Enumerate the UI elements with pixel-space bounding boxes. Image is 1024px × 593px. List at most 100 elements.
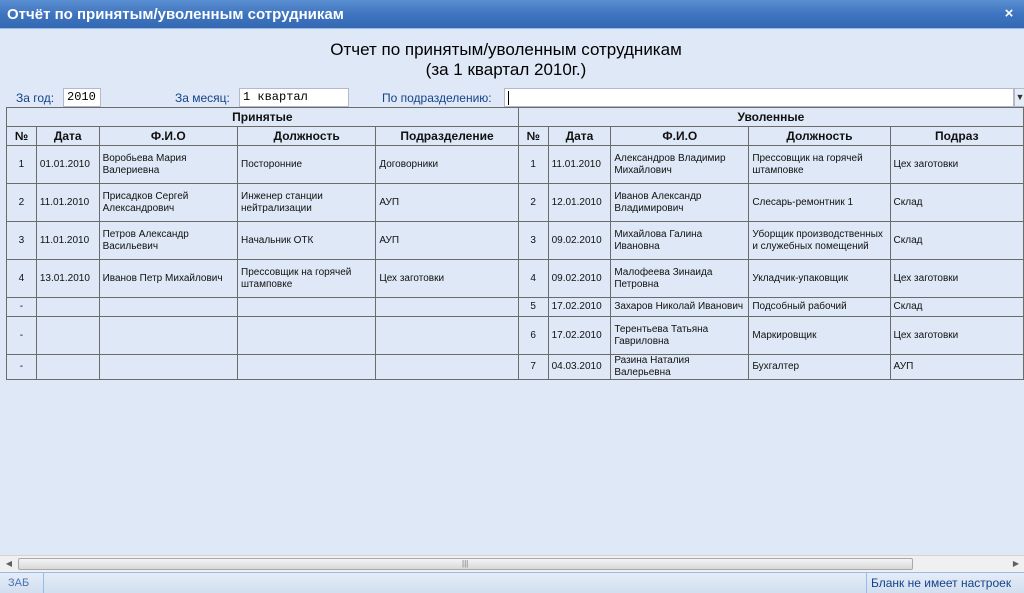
fired-date-cell: 09.02.2010 — [547, 221, 612, 260]
horizontal-scrollbar[interactable]: ◀ ||| ▶ — [0, 555, 1024, 572]
hired-name-cell: Иванов Петр Михайлович — [98, 259, 239, 298]
fired-num-cell: 4 — [517, 259, 549, 298]
fired-department-cell: Цех заготовки — [889, 259, 1024, 298]
report-title-line2: (за 1 квартал 2010г.) — [425, 60, 587, 79]
hired-section-header: Принятые — [6, 107, 519, 127]
department-label: По подразделению: — [382, 91, 492, 105]
fired-department-cell: Цех заготовки — [889, 316, 1024, 355]
table-row: 4 13.01.2010 Иванов Петр Михайлович Прес… — [6, 259, 1024, 298]
hired-name-cell: Петров Александр Васильевич — [98, 221, 239, 260]
fired-position-cell: Укладчик-упаковщик — [748, 259, 891, 298]
hired-department-cell — [375, 316, 519, 355]
fired-name-cell: Терентьева Татьяна Гавриловна — [610, 316, 750, 355]
hired-position-cell — [237, 354, 377, 380]
hired-position-cell: Прессовщик на горячей штамповке — [237, 259, 377, 298]
fired-department-cell: Склад — [889, 183, 1024, 222]
hired-position-cell: Начальник ОТК — [237, 221, 377, 260]
status-right-text: Бланк не имеет настроек — [866, 573, 1024, 593]
table-row: - 5 17.02.2010 Захаров Николай Иванович … — [6, 297, 1024, 317]
fired-department-cell: Склад — [889, 297, 1024, 317]
hired-department-cell — [375, 297, 519, 317]
column-header-num: № — [6, 126, 37, 146]
window-title: Отчёт по принятым/уволенным сотрудникам — [7, 6, 344, 23]
table-row: 1 01.01.2010 Воробьева Мария Валериевна … — [6, 145, 1024, 184]
hired-num-cell: 3 — [6, 221, 37, 260]
fired-column-header-num: № — [517, 126, 549, 146]
fired-name-cell: Михайлова Галина Ивановна — [610, 221, 750, 260]
fired-name-cell: Малофеева Зинаида Петровна — [610, 259, 750, 298]
hired-date-cell: 11.01.2010 — [35, 221, 100, 260]
hired-name-cell — [98, 297, 239, 317]
fired-column-header-date: Дата — [547, 126, 612, 146]
hired-department-cell: Договорники — [375, 145, 519, 184]
hired-date-cell — [35, 316, 100, 355]
hired-date-cell — [35, 297, 100, 317]
report-table: Принятые Уволенные № Дата Ф.И.О Должност… — [6, 107, 1024, 380]
hired-department-cell: АУП — [375, 183, 519, 222]
fired-position-cell: Маркировщик — [748, 316, 891, 355]
fired-name-cell: Иванов Александр Владимирович — [610, 183, 750, 222]
hired-date-cell: 13.01.2010 — [35, 259, 100, 298]
fired-position-cell: Слесарь-ремонтник 1 — [748, 183, 891, 222]
scroll-left-icon[interactable]: ◀ — [1, 556, 17, 572]
hired-num-cell: 2 — [6, 183, 37, 222]
scroll-right-icon[interactable]: ▶ — [1008, 556, 1024, 572]
hired-position-cell — [237, 316, 377, 355]
fired-date-cell: 11.01.2010 — [547, 145, 612, 184]
hired-department-cell: АУП — [375, 221, 519, 260]
fired-name-cell: Захаров Николай Иванович — [610, 297, 750, 317]
hired-date-cell — [35, 354, 100, 380]
department-field[interactable] — [504, 88, 1014, 107]
month-field[interactable]: 1 квартал — [239, 88, 349, 107]
fired-department-cell: АУП — [889, 354, 1024, 380]
fired-department-cell: Цех заготовки — [889, 145, 1024, 184]
hired-position-cell: Инженер станции нейтрализации — [237, 183, 377, 222]
month-label: За месяц: — [175, 91, 230, 105]
fired-num-cell: 6 — [517, 316, 549, 355]
hired-name-cell — [98, 316, 239, 355]
fired-num-cell: 1 — [517, 145, 549, 184]
scrollbar-thumb[interactable]: ||| — [18, 558, 913, 570]
status-left-text: ЗАБ — [0, 573, 44, 593]
fired-position-cell: Прессовщик на горячей штамповке — [748, 145, 891, 184]
fired-column-header-name: Ф.И.О — [610, 126, 750, 146]
hired-num-cell: 4 — [6, 259, 37, 298]
column-header-date: Дата — [35, 126, 100, 146]
year-field[interactable]: 2010 — [63, 88, 101, 107]
hired-num-cell: 1 — [6, 145, 37, 184]
column-header-position: Должность — [237, 126, 377, 146]
table-row: 3 11.01.2010 Петров Александр Васильевич… — [6, 221, 1024, 260]
column-header-name: Ф.И.О — [98, 126, 239, 146]
hired-position-cell: Посторонние — [237, 145, 377, 184]
hired-num-cell: - — [6, 297, 37, 317]
chevron-down-icon[interactable]: ▼ — [1014, 88, 1024, 107]
column-header-department: Подразделение — [375, 126, 519, 146]
filter-bar: За год: 2010 За месяц: 1 квартал По подр… — [0, 88, 1024, 108]
fired-date-cell: 17.02.2010 — [547, 316, 612, 355]
table-row: - 7 04.03.2010 Разина Наталия Валерьевна… — [6, 354, 1024, 380]
fired-department-cell: Склад — [889, 221, 1024, 260]
hired-department-cell — [375, 354, 519, 380]
hired-name-cell — [98, 354, 239, 380]
hired-department-cell: Цех заготовки — [375, 259, 519, 298]
report-title: Отчет по принятым/уволенным сотрудникам … — [0, 40, 1012, 80]
fired-column-header-department: Подраз — [889, 126, 1024, 146]
hired-name-cell: Воробьева Мария Валериевна — [98, 145, 239, 184]
grip-icon: ||| — [462, 559, 469, 568]
hired-name-cell: Присадков Сергей Александрович — [98, 183, 239, 222]
fired-num-cell: 2 — [517, 183, 549, 222]
hired-date-cell: 11.01.2010 — [35, 183, 100, 222]
fired-position-cell: Уборщик производственных и служебных пом… — [748, 221, 891, 260]
fired-date-cell: 09.02.2010 — [547, 259, 612, 298]
text-caret — [508, 91, 509, 105]
fired-num-cell: 3 — [517, 221, 549, 260]
fired-position-cell: Бухгалтер — [748, 354, 891, 380]
status-bar: ЗАБ Бланк не имеет настроек — [0, 572, 1024, 593]
fired-section-header: Уволенные — [517, 107, 1024, 127]
close-icon[interactable]: × — [1002, 6, 1016, 22]
fired-date-cell: 12.01.2010 — [547, 183, 612, 222]
fired-num-cell: 7 — [517, 354, 549, 380]
fired-position-cell: Подсобный рабочий — [748, 297, 891, 317]
fired-column-header-position: Должность — [748, 126, 891, 146]
table-row: 2 11.01.2010 Присадков Сергей Александро… — [6, 183, 1024, 222]
